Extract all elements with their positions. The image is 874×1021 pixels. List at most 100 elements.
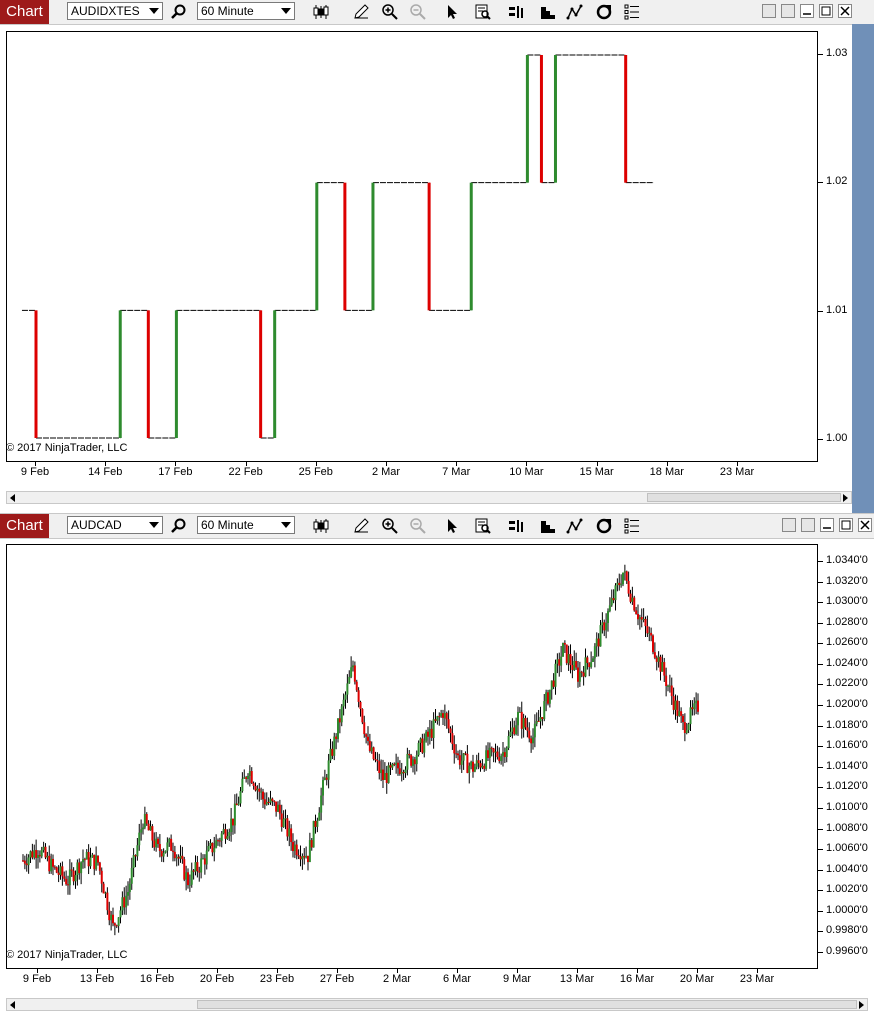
maximize-button[interactable]	[839, 518, 853, 532]
instrument-selector[interactable]: AUDIDXTES	[67, 2, 163, 20]
search-icon[interactable]	[170, 517, 188, 535]
candle-body	[342, 699, 345, 707]
candle-body	[515, 725, 518, 735]
candle-body	[522, 718, 525, 729]
price-axis[interactable]: 1.03 1.02 1.01 1.00	[818, 31, 852, 462]
candle-body	[173, 851, 176, 859]
price-panel[interactable]	[6, 544, 818, 969]
time-tick-label: 16 Feb	[139, 973, 175, 985]
strategy-icon[interactable]	[566, 3, 584, 21]
candle-body	[368, 740, 371, 752]
candle-body	[355, 681, 358, 691]
candle-body	[258, 788, 261, 792]
zoom-out-icon[interactable]	[409, 3, 427, 21]
draw-pencil-icon[interactable]	[352, 517, 370, 535]
cascade-window-button[interactable]	[801, 518, 815, 532]
select-arrow-icon[interactable]	[443, 3, 461, 21]
candle-body	[502, 752, 504, 756]
time-axis[interactable]: 9 Feb 14 Feb 17 Feb 22 Feb 25 Feb 2 Mar 7 Mar 1…	[6, 462, 818, 490]
search-icon[interactable]	[170, 3, 188, 21]
strategy-icon[interactable]	[566, 517, 584, 535]
candle-body	[449, 728, 452, 734]
candle-body	[205, 850, 208, 865]
close-button[interactable]	[838, 4, 852, 18]
minimize-button[interactable]	[820, 518, 834, 532]
bar-style-icon[interactable]	[312, 517, 330, 535]
close-button[interactable]	[858, 518, 872, 532]
candle-body	[85, 852, 88, 860]
chart-title-tab[interactable]: Chart	[0, 0, 49, 24]
cascade-window-button[interactable]	[781, 4, 795, 18]
candle-body	[183, 859, 186, 880]
horizontal-scrollbar[interactable]	[6, 998, 868, 1011]
scroll-left-arrow[interactable]	[10, 494, 15, 502]
time-tick	[37, 969, 38, 973]
candle-body	[447, 719, 450, 729]
select-arrow-icon[interactable]	[443, 517, 461, 535]
price-tick-label: 1.0200'0	[826, 698, 868, 711]
price-tick	[818, 725, 823, 727]
candle-body	[361, 709, 364, 723]
candle-body	[57, 872, 60, 875]
candle-body	[541, 717, 544, 720]
candle-body	[507, 735, 510, 748]
zoom-out-icon[interactable]	[409, 517, 427, 535]
zoom-in-icon[interactable]	[381, 517, 399, 535]
level2-icon[interactable]	[539, 3, 557, 21]
candle-body	[607, 611, 609, 623]
candle-body	[550, 680, 553, 690]
data-box-icon[interactable]	[474, 517, 492, 535]
interval-selector[interactable]: 60 Minute	[197, 516, 295, 534]
candle-body	[282, 818, 285, 827]
price-axis[interactable]: 1.0340'0 1.0320'0 1.0300'0 1.0280'0 1.0260'0…	[818, 544, 870, 969]
time-tick-label: 18 Mar	[649, 466, 684, 478]
price-panel[interactable]	[6, 31, 818, 462]
chart-title-tab[interactable]: Chart	[0, 514, 49, 538]
chart-trader-icon[interactable]	[508, 3, 526, 21]
chart-trader-icon[interactable]	[508, 517, 526, 535]
data-box-icon[interactable]	[474, 3, 492, 21]
candle-body	[393, 763, 396, 765]
tile-window-button[interactable]	[762, 4, 776, 18]
candle-body	[597, 638, 600, 647]
minimize-button[interactable]	[800, 4, 814, 18]
candle-body	[65, 878, 68, 885]
maximize-button[interactable]	[819, 4, 833, 18]
scroll-right-arrow[interactable]	[843, 494, 848, 502]
time-tick-label: 25 Feb	[298, 466, 333, 478]
properties-icon[interactable]	[623, 517, 641, 535]
instrument-selector[interactable]: AUDCAD	[67, 516, 163, 534]
candle-body	[143, 814, 146, 828]
candle-body	[158, 843, 161, 851]
time-tick-label: 23 Mar	[739, 973, 775, 985]
candle-body	[52, 858, 54, 867]
time-tick	[457, 969, 458, 973]
candle-body	[569, 654, 572, 666]
candle-body	[256, 788, 259, 791]
price-tick-label: 1.0120'0	[826, 780, 868, 793]
draw-pencil-icon[interactable]	[352, 3, 370, 21]
scroll-left-arrow[interactable]	[10, 1001, 15, 1009]
tile-window-button[interactable]	[782, 518, 796, 532]
indicators-icon[interactable]	[595, 3, 613, 21]
properties-icon[interactable]	[623, 3, 641, 21]
candle-body	[89, 857, 92, 867]
scroll-thumb[interactable]	[647, 493, 841, 502]
candle-body	[157, 838, 159, 844]
zoom-in-icon[interactable]	[381, 3, 399, 21]
bar-style-icon[interactable]	[312, 3, 330, 21]
candle-body	[38, 855, 41, 857]
level2-icon[interactable]	[539, 517, 557, 535]
candle-body	[250, 771, 253, 784]
indicators-icon[interactable]	[595, 517, 613, 535]
candle-body	[618, 582, 621, 586]
scroll-thumb[interactable]	[197, 1000, 857, 1009]
scroll-right-arrow[interactable]	[859, 1001, 864, 1009]
horizontal-scrollbar[interactable]	[6, 491, 852, 504]
candle-body	[23, 860, 26, 864]
candle-body	[132, 855, 135, 868]
interval-selector[interactable]: 60 Minute	[197, 2, 295, 20]
time-tick	[737, 462, 738, 466]
time-axis[interactable]: 9 Feb 13 Feb 16 Feb 20 Feb 23 Feb 27 Feb 2 Mar…	[6, 969, 818, 997]
candle-body	[683, 722, 686, 734]
